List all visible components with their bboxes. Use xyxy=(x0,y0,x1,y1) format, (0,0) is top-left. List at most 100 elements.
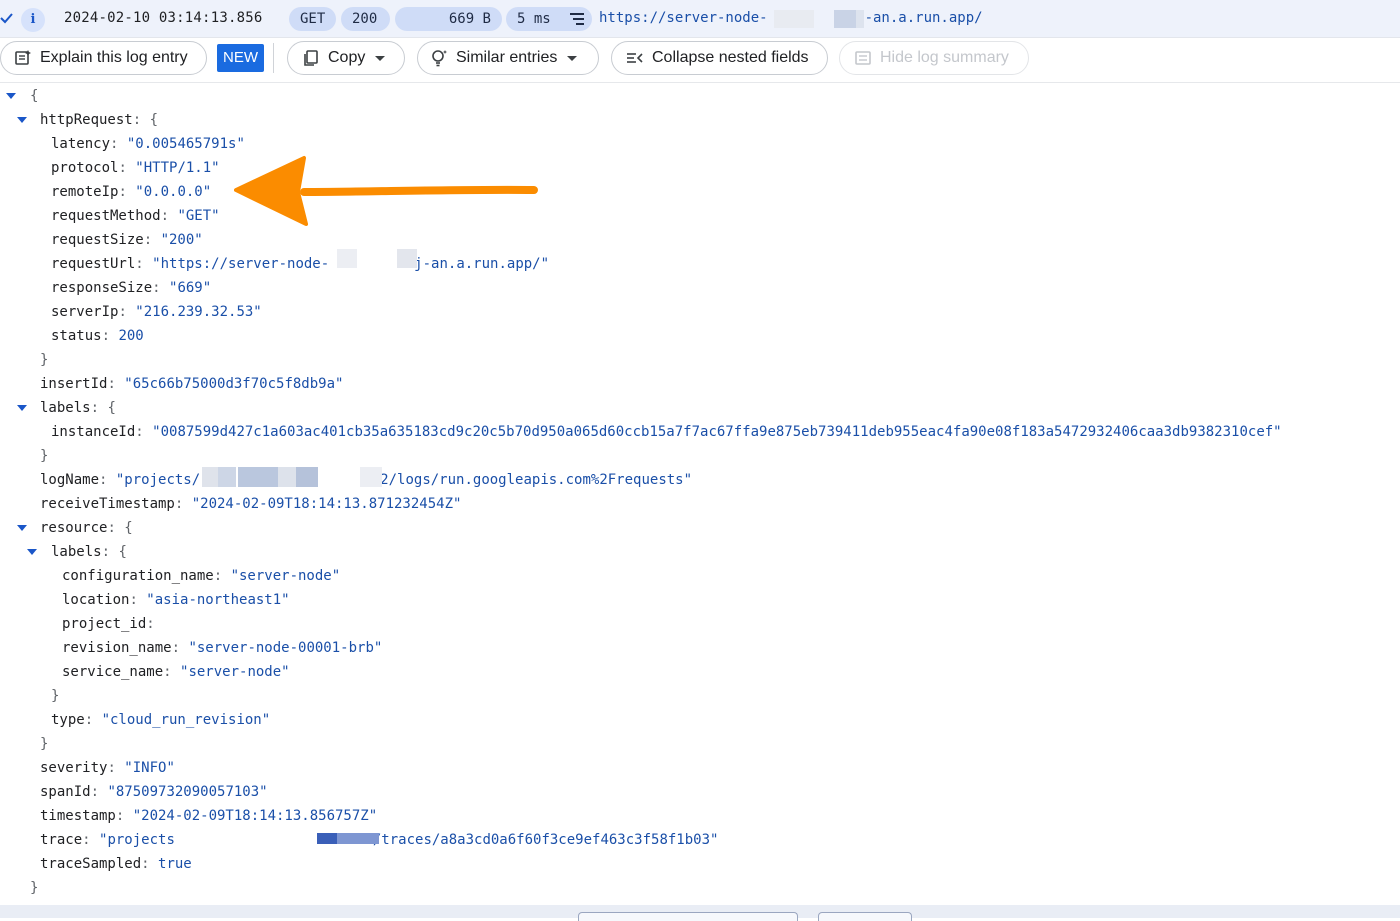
json-value-suffix: 2/logs/run.googleapis.com%2Frequests" xyxy=(380,472,693,488)
json-value-suffix: j-an.a.run.app/" xyxy=(414,256,550,272)
json-value: "200" xyxy=(160,232,203,248)
json-field-row[interactable]: requestUrl: "https://server-node-j-an.a.… xyxy=(51,252,549,276)
json-value: 200 xyxy=(118,328,144,344)
latency-chip[interactable]: 5 ms xyxy=(506,7,592,31)
footer-control[interactable] xyxy=(578,912,798,921)
json-field-row[interactable]: service_name: "server-node" xyxy=(62,660,290,684)
json-field-row[interactable]: timestamp: "2024-02-09T18:14:13.856757Z" xyxy=(40,804,377,828)
copy-button[interactable]: Copy xyxy=(287,41,405,75)
footer-control[interactable] xyxy=(818,912,912,921)
info-severity-icon: i xyxy=(21,8,45,32)
log-entry-toolbar: Explain this log entry NEW Copy Similar … xyxy=(0,41,1400,77)
json-field-row[interactable]: traceSampled: true xyxy=(40,852,192,876)
json-key: instanceId xyxy=(51,424,136,440)
json-value: "INFO" xyxy=(124,760,175,776)
expand-check-icon[interactable] xyxy=(0,11,14,25)
latency-value: 5 ms xyxy=(517,11,551,27)
json-close-brace: } xyxy=(40,448,49,464)
json-field-row[interactable]: status: 200 xyxy=(51,324,144,348)
json-close-brace: } xyxy=(51,688,60,704)
latency-bars-icon xyxy=(570,13,584,25)
json-key: labels xyxy=(51,544,102,560)
json-value: "cloud_run_revision" xyxy=(101,712,271,728)
json-value-prefix: "https://server-node- xyxy=(152,256,330,272)
json-field-row[interactable]: responseSize: "669" xyxy=(51,276,211,300)
json-close-brace: } xyxy=(40,352,49,368)
collapse-triangle-icon[interactable] xyxy=(17,117,27,123)
json-node-labels[interactable]: labels: { xyxy=(40,396,116,420)
json-open-brace: { xyxy=(124,520,133,536)
redaction-block xyxy=(278,467,296,487)
redaction-block xyxy=(337,833,379,844)
explain-label: Explain this log entry xyxy=(40,49,188,66)
json-value-suffix: /traces/a8a3cd0a6f60f3ce9ef463c3f58f1b03… xyxy=(372,832,719,848)
json-key: severity xyxy=(40,760,108,776)
json-open-brace: { xyxy=(149,112,159,128)
json-field-row[interactable]: latency: "0.005465791s" xyxy=(51,132,245,156)
json-field-row[interactable]: remoteIp: "0.0.0.0" xyxy=(51,180,211,204)
json-field-row[interactable]: spanId: "87509732090057103" xyxy=(40,780,268,804)
json-field-row[interactable]: insertId: "65c66b75000d3f70c5f8db9a" xyxy=(40,372,343,396)
hide-log-summary-button[interactable]: Hide log summary xyxy=(839,41,1029,75)
json-key: protocol xyxy=(51,160,119,176)
json-field-row[interactable]: requestMethod: "GET" xyxy=(51,204,220,228)
json-field-row[interactable]: receiveTimestamp: "2024-02-09T18:14:13.8… xyxy=(40,492,461,516)
collapse-triangle-icon[interactable] xyxy=(6,93,16,99)
json-field-row[interactable]: trace: "projects/traces/a8a3cd0a6f60f3ce… xyxy=(40,828,718,852)
json-field-row[interactable]: project_id: xyxy=(62,612,155,636)
json-value-prefix: "projects xyxy=(99,832,175,848)
annotation-arrow-icon xyxy=(234,156,538,226)
json-key: responseSize xyxy=(51,280,153,296)
summary-url-prefix: https://server-node- xyxy=(599,10,768,26)
json-key: receiveTimestamp xyxy=(40,496,175,512)
json-value: "87509732090057103" xyxy=(107,784,268,800)
root-close-brace: } xyxy=(30,880,39,896)
json-key: resource xyxy=(40,520,108,536)
json-key: latency xyxy=(51,136,111,152)
redaction-block xyxy=(218,467,236,487)
json-field-row[interactable]: instanceId: "0087599d427c1a603ac401cb35a… xyxy=(51,420,1282,444)
json-field-row[interactable]: location: "asia-northeast1" xyxy=(62,588,290,612)
json-key: trace xyxy=(40,832,83,848)
toolbar-divider xyxy=(273,43,274,73)
json-node-resource[interactable]: resource: { xyxy=(40,516,133,540)
collapse-triangle-icon[interactable] xyxy=(27,549,37,555)
json-key: httpRequest xyxy=(40,112,133,128)
json-close-brace: } xyxy=(40,736,49,752)
json-node-httpRequest[interactable]: httpRequest: { xyxy=(40,108,158,132)
json-field-row[interactable]: serverIp: "216.239.32.53" xyxy=(51,300,262,324)
json-field-row[interactable]: revision_name: "server-node-00001-brb" xyxy=(62,636,382,660)
json-key: service_name xyxy=(62,664,164,680)
collapse-triangle-icon[interactable] xyxy=(17,525,27,531)
explain-log-entry-button[interactable]: Explain this log entry xyxy=(0,41,207,75)
json-node-resource-labels[interactable]: labels: { xyxy=(51,540,127,564)
json-value: "HTTP/1.1" xyxy=(135,160,220,176)
collapse-triangle-icon[interactable] xyxy=(17,405,27,411)
toolbar-divider-line xyxy=(0,82,1400,83)
similar-entries-button[interactable]: Similar entries xyxy=(417,41,599,75)
json-value: "0087599d427c1a603ac401cb35a635183cd9c20… xyxy=(152,424,1282,440)
redaction-block xyxy=(317,833,337,844)
json-field-row[interactable]: configuration_name: "server-node" xyxy=(62,564,340,588)
redaction-block xyxy=(296,467,318,487)
chevron-down-icon xyxy=(567,55,578,61)
json-value: "65c66b75000d3f70c5f8db9a" xyxy=(124,376,344,392)
status-chip[interactable]: 200 xyxy=(341,7,390,31)
json-key: insertId xyxy=(40,376,108,392)
json-field-row[interactable]: type: "cloud_run_revision" xyxy=(51,708,270,732)
json-value: "server-node" xyxy=(230,568,341,584)
json-value: "2024-02-09T18:14:13.856757Z" xyxy=(132,808,378,824)
method-chip[interactable]: GET xyxy=(289,7,336,31)
log-summary-row[interactable]: i 2024-02-10 03:14:13.856 GET 200 669 B … xyxy=(0,0,1400,38)
json-value-prefix: "projects/ xyxy=(115,472,201,488)
json-value: true xyxy=(158,856,192,872)
json-field-row[interactable]: protocol: "HTTP/1.1" xyxy=(51,156,220,180)
json-field-row[interactable]: severity: "INFO" xyxy=(40,756,175,780)
collapse-nested-fields-button[interactable]: Collapse nested fields xyxy=(611,41,828,75)
new-badge: NEW xyxy=(217,44,264,72)
json-field-row[interactable]: requestSize: "200" xyxy=(51,228,203,252)
json-key: remoteIp xyxy=(51,184,119,200)
redaction-block xyxy=(856,10,864,28)
size-chip[interactable]: 669 B xyxy=(395,7,502,31)
redaction-block xyxy=(360,467,382,487)
